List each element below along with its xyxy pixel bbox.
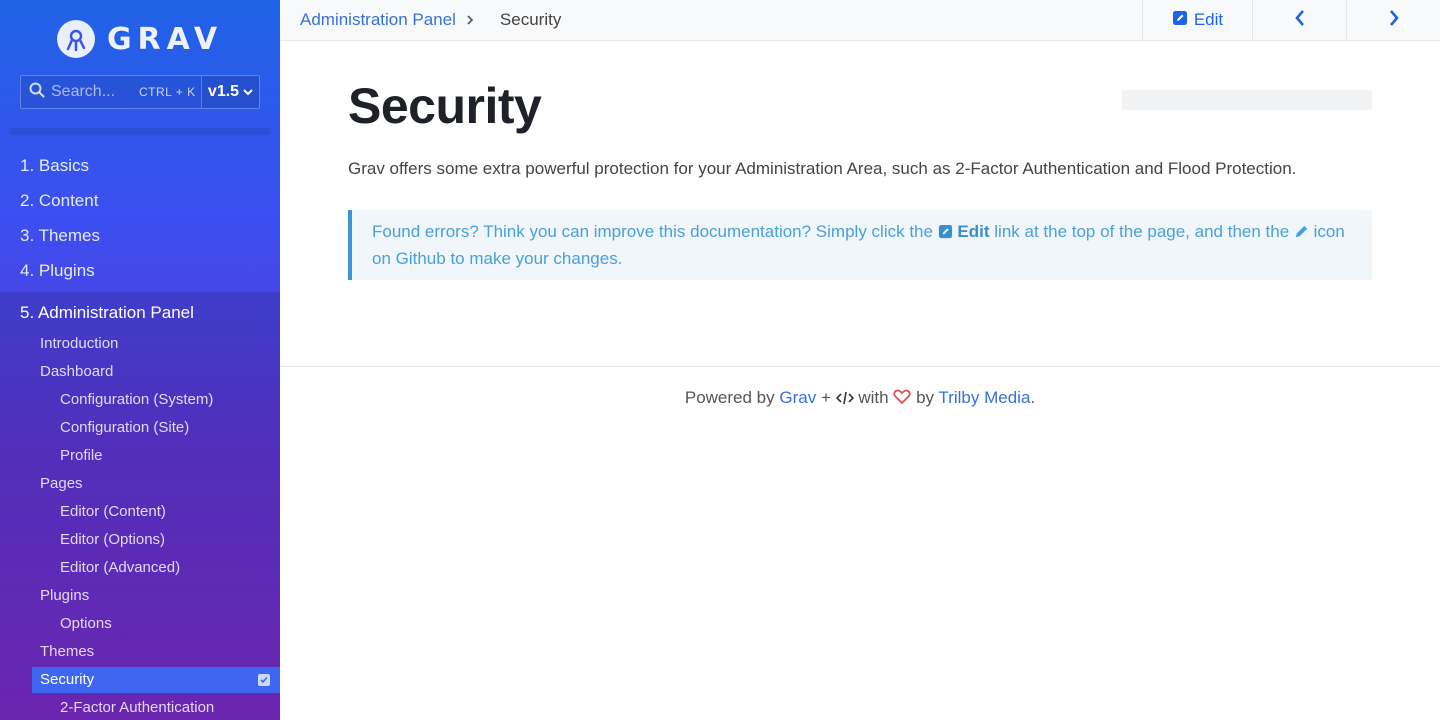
brand-name: GRAV (106, 21, 224, 57)
chevron-right-icon (1388, 9, 1400, 32)
edit-label: Edit (1193, 10, 1224, 29)
breadcrumb-parent-link[interactable]: Administration Panel (300, 10, 456, 30)
trilby-media-link[interactable]: Trilby Media (938, 388, 1030, 407)
brand[interactable]: GRAV (0, 0, 280, 78)
sidebar-item-admin-themes[interactable]: Themes (0, 638, 280, 666)
sidebar-item-themes[interactable]: 3. Themes (0, 218, 280, 253)
sidebar-item-plugins[interactable]: 4. Plugins (0, 253, 280, 288)
sidebar-item-options[interactable]: Options (0, 610, 280, 638)
version-select[interactable]: v1.5 (201, 76, 259, 108)
pencil-icon (1294, 221, 1309, 246)
footer-period: . (1030, 388, 1036, 407)
title-side-bar (1122, 90, 1372, 110)
previous-page-button[interactable] (1252, 0, 1346, 41)
notice-text-part1: Found errors? Think you can improve this… (372, 222, 933, 241)
notice-edit-word: Edit (957, 222, 990, 241)
chevron-left-icon (1294, 9, 1306, 32)
edit-icon (1172, 10, 1188, 31)
sidebar: GRAV CTRL + K v1.5 1. Basics 2. Content … (0, 0, 280, 720)
breadcrumb: Administration Panel Security (280, 10, 1142, 30)
edit-button[interactable]: Edit (1142, 0, 1252, 41)
page-title: Security (348, 78, 542, 134)
footer-by: by (916, 388, 935, 407)
grav-logo-icon (56, 20, 95, 58)
chevron-right-icon (466, 14, 474, 26)
next-page-button[interactable] (1346, 0, 1440, 41)
search-input[interactable] (51, 83, 133, 101)
search-box[interactable]: CTRL + K (21, 76, 201, 108)
sidebar-item-pages[interactable]: Pages (0, 470, 280, 498)
edit-icon (938, 221, 953, 246)
sidebar-item-editor-options[interactable]: Editor (Options) (0, 526, 280, 554)
search-icon (29, 82, 45, 103)
footer-plus: + (820, 388, 831, 407)
search-shortcut-hint: CTRL + K (139, 85, 196, 99)
sidebar-item-configuration-site[interactable]: Configuration (Site) (0, 414, 280, 442)
footer-divider (280, 366, 1440, 367)
breadcrumb-current: Security (499, 10, 562, 29)
check-icon (258, 674, 270, 686)
footer-with: with (858, 388, 889, 407)
notice-box: Found errors? Think you can improve this… (348, 210, 1372, 280)
sidebar-item-dashboard[interactable]: Dashboard (0, 358, 280, 386)
grav-link[interactable]: Grav (779, 388, 816, 407)
footer: Powered by Grav + with by Trilby Media. (280, 388, 1440, 410)
sidebar-divider (10, 128, 270, 132)
intro-paragraph: Grav offers some extra powerful protecti… (348, 159, 1297, 178)
main-content: Security Grav offers some extra powerful… (280, 41, 1440, 720)
sidebar-item-editor-content[interactable]: Editor (Content) (0, 498, 280, 526)
sidebar-item-basics[interactable]: 1. Basics (0, 148, 280, 183)
version-value: v1.5 (207, 83, 240, 100)
sidebar-item-editor-advanced[interactable]: Editor (Advanced) (0, 554, 280, 582)
code-icon (835, 390, 854, 410)
sidebar-item-profile[interactable]: Profile (0, 442, 280, 470)
sidebar-item-introduction[interactable]: Introduction (0, 330, 280, 358)
footer-powered-by: Powered by (684, 388, 775, 407)
notice-text-part2: link at the top of the page, and then th… (994, 222, 1290, 241)
search-bar: CTRL + K v1.5 (20, 75, 260, 109)
sidebar-item-admin-plugins[interactable]: Plugins (0, 582, 280, 610)
chevron-down-icon (243, 83, 253, 101)
sidebar-section-administration-panel: 5. Administration Panel Introduction Das… (0, 292, 280, 720)
top-bar: Administration Panel Security Edit (280, 0, 1440, 41)
sidebar-item-content[interactable]: 2. Content (0, 183, 280, 218)
sidebar-item-2fa[interactable]: 2-Factor Authentication (0, 694, 280, 720)
sidebar-nav: 1. Basics 2. Content 3. Themes 4. Plugin… (0, 148, 280, 720)
sidebar-item-administration-panel[interactable]: 5. Administration Panel (0, 296, 280, 330)
sidebar-item-label: Security (40, 671, 95, 688)
sidebar-item-security[interactable]: Security (32, 667, 280, 693)
heart-icon (893, 389, 911, 410)
sidebar-item-configuration-system[interactable]: Configuration (System) (0, 386, 280, 414)
